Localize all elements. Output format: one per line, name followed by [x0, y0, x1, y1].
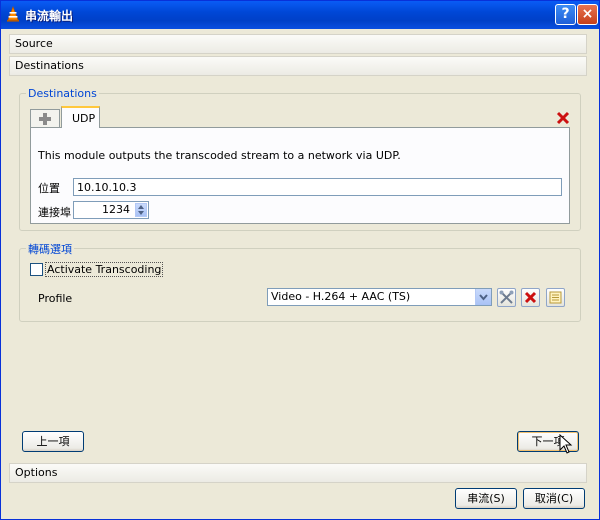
new-profile-button[interactable]: [546, 288, 565, 307]
chevron-down-icon: [479, 294, 488, 301]
vlc-cone-icon: [7, 6, 19, 22]
stream-output-dialog: 串流輸出 ? × Source Destinations Destination…: [0, 0, 600, 520]
options-section-label: Options: [15, 466, 58, 479]
close-window-button[interactable]: ×: [577, 4, 598, 25]
new-profile-icon: [549, 291, 562, 304]
source-section-bar[interactable]: Source: [9, 34, 587, 54]
transcode-group-title: 轉碼選項: [26, 241, 74, 257]
title-bar[interactable]: 串流輸出 ? ×: [1, 1, 599, 29]
remove-destination-icon[interactable]: [556, 111, 570, 125]
edit-profile-button[interactable]: [497, 288, 516, 307]
activate-transcoding-checkbox[interactable]: [30, 263, 43, 276]
delete-profile-icon: [524, 291, 537, 304]
stream-button[interactable]: 串流(S): [455, 488, 517, 509]
mouse-cursor-icon: [559, 434, 573, 454]
plus-icon: [39, 113, 51, 125]
transcode-group: [19, 248, 581, 322]
source-section-label: Source: [15, 37, 53, 50]
destinations-group-title: Destinations: [26, 87, 99, 100]
cancel-button-label: 取消(C): [534, 492, 574, 505]
udp-description: This module outputs the transcoded strea…: [38, 149, 401, 162]
options-section-bar[interactable]: Options: [9, 463, 587, 483]
port-value: 1234: [102, 203, 130, 216]
delete-profile-button[interactable]: [521, 288, 540, 307]
tab-udp-label: UDP: [72, 112, 96, 125]
destinations-section-label: Destinations: [15, 59, 84, 72]
destinations-section-bar[interactable]: Destinations: [9, 56, 587, 76]
close-icon: ×: [581, 6, 594, 22]
port-spinbox[interactable]: 1234: [73, 201, 149, 219]
port-spin-buttons[interactable]: [135, 203, 147, 217]
tab-udp[interactable]: UDP: [61, 106, 100, 128]
back-button-label: 上一項: [36, 435, 70, 448]
back-button[interactable]: 上一項: [22, 431, 84, 452]
edit-profile-icon: [499, 290, 514, 304]
address-input[interactable]: [73, 178, 562, 196]
activate-transcoding-label[interactable]: Activate Transcoding: [45, 262, 164, 277]
port-label: 連接埠: [38, 206, 71, 219]
profile-dropdown-button[interactable]: [475, 289, 491, 305]
profile-label: Profile: [38, 292, 73, 305]
spin-arrows-icon: [138, 205, 144, 215]
window-title: 串流輸出: [25, 9, 74, 23]
profile-select[interactable]: Video - H.264 + AAC (TS): [267, 288, 492, 306]
stream-button-label: 串流(S): [467, 492, 505, 505]
help-button[interactable]: ?: [555, 4, 576, 25]
help-icon: ?: [561, 6, 570, 22]
address-label: 位置: [38, 182, 60, 195]
cancel-button[interactable]: 取消(C): [523, 488, 585, 509]
profile-selected-value: Video - H.264 + AAC (TS): [271, 290, 411, 303]
add-destination-tab[interactable]: [30, 109, 60, 127]
